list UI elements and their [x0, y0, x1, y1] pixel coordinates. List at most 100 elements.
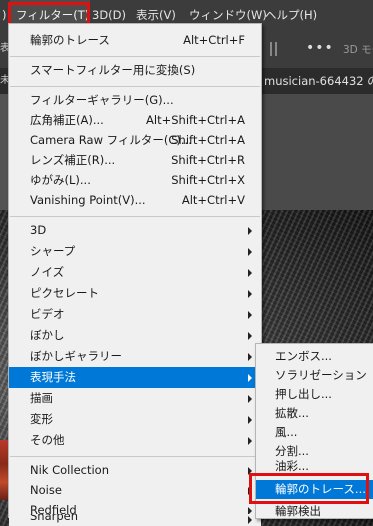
stylize-item-find-edges[interactable]: 輪郭検出 — [256, 502, 373, 518]
menu-item-label: 表現手法 — [30, 370, 76, 384]
menu-item-label: Sharpen — [30, 514, 79, 523]
3d-mode-label: 3D モー — [343, 44, 373, 56]
menu-item-camera-raw[interactable]: Camera Raw フィルター(C)... Shift+Ctrl+A — [9, 130, 261, 151]
menu-item-label: 広角補正(A)... — [30, 113, 104, 127]
submenu-item-blur[interactable]: ぼかし — [9, 325, 261, 346]
plugin-item-nik-collection[interactable]: Nik Collection — [9, 460, 261, 481]
submenu-item-sharpen[interactable]: シャープ — [9, 241, 261, 262]
menu-item-label: ゆがみ(L)... — [30, 173, 91, 187]
options-bar: ••• 3D モー — [262, 30, 373, 68]
plugin-item-noise[interactable]: Noise — [9, 480, 261, 501]
chevron-right-icon — [248, 248, 252, 256]
plugin-item-sharpen[interactable]: Sharpen — [9, 514, 261, 526]
chevron-right-icon — [248, 516, 252, 524]
menu-item-label: 拡散... — [275, 406, 309, 420]
chevron-right-icon — [248, 227, 252, 235]
menu-item-shortcut: Shift+Ctrl+A — [171, 133, 245, 147]
menu-item-shortcut: Alt+Shift+Ctrl+A — [146, 113, 245, 127]
stylize-item-solarize[interactable]: ソラリゼーション — [256, 366, 373, 385]
menu-item-label: Vanishing Point(V)... — [30, 193, 146, 207]
stylize-submenu: エンボス... ソラリゼーション 押し出し... 拡散... 風... 分割..… — [255, 343, 373, 519]
menu-item-label: 分割... — [275, 444, 309, 458]
menu-item-shortcut: Alt+Ctrl+F — [183, 33, 245, 47]
menu-item-last-filter[interactable]: 輪郭のトレース Alt+Ctrl+F — [9, 30, 261, 51]
stylize-item-diffuse[interactable]: 拡散... — [256, 404, 373, 423]
menu-divider — [10, 456, 260, 457]
menu-item-label: フィルターギャラリー(G)... — [30, 93, 174, 107]
menu-item-label: Nik Collection — [30, 463, 109, 477]
submenu-item-blur-gallery[interactable]: ぼかしギャラリー — [9, 346, 261, 367]
menu-item-label: ソラリゼーション — [275, 368, 367, 382]
menu-item-vanishing-point[interactable]: Vanishing Point(V)... Alt+Ctrl+V — [9, 190, 261, 211]
menu-item-shortcut: Shift+Ctrl+X — [171, 173, 245, 187]
menu-item-label: エンボス... — [275, 349, 332, 363]
menu-item-label: Noise — [30, 483, 62, 497]
stylize-item-tiles[interactable]: 分割... — [256, 442, 373, 461]
menu-item-label: その他 — [30, 433, 65, 447]
submenu-item-3d[interactable]: 3D — [9, 220, 261, 241]
chevron-right-icon — [248, 311, 252, 319]
chevron-right-icon — [248, 290, 252, 298]
filter-dropdown-menu: 輪郭のトレース Alt+Ctrl+F スマートフィルター用に変換(S) フィルタ… — [8, 23, 262, 518]
chevron-right-icon — [248, 269, 252, 277]
menu-item-label: ビデオ — [30, 307, 65, 321]
submenu-item-pixelate[interactable]: ピクセレート — [9, 283, 261, 304]
menu-item-label: ピクセレート — [30, 286, 99, 300]
chevron-right-icon — [248, 437, 252, 445]
submenu-item-noise[interactable]: ノイズ — [9, 262, 261, 283]
submenu-item-other[interactable]: その他 — [9, 430, 261, 451]
submenu-item-render[interactable]: 描画 — [9, 388, 261, 409]
menu-item-lens-correction[interactable]: レンズ補正(R)... Shift+Ctrl+R — [9, 150, 261, 171]
more-options-icon[interactable]: ••• — [306, 40, 334, 56]
menu-item-filter-gallery[interactable]: フィルターギャラリー(G)... — [9, 90, 261, 111]
submenu-item-stylize[interactable]: 表現手法 — [9, 367, 261, 388]
menu-item-label: ぼかし — [30, 328, 65, 342]
stylize-item-oil-paint[interactable]: 油彩... — [256, 460, 373, 472]
menu-item-convert-smart-filter[interactable]: スマートフィルター用に変換(S) — [9, 60, 261, 81]
submenu-item-video[interactable]: ビデオ — [9, 304, 261, 325]
menu-item-adaptive-wide-angle[interactable]: 広角補正(A)... Alt+Shift+Ctrl+A — [9, 110, 261, 131]
stylize-item-wind[interactable]: 風... — [256, 423, 373, 442]
submenu-item-distort[interactable]: 変形 — [9, 409, 261, 430]
document-tab[interactable]: musician-664432 の — [262, 68, 373, 94]
doc-tab-fragment-text: 未 — [0, 75, 8, 86]
menu-item-label: 描画 — [30, 391, 53, 405]
menu-item-label: ノイズ — [30, 265, 65, 279]
menu-item-liquify[interactable]: ゆがみ(L)... Shift+Ctrl+X — [9, 170, 261, 191]
menu-item-label: スマートフィルター用に変換(S) — [30, 63, 196, 77]
menu-divider — [10, 86, 260, 87]
menu-item-shortcut: Shift+Ctrl+R — [171, 153, 245, 167]
options-bar-left-fragment: 表 — [0, 30, 8, 68]
menu-help[interactable]: ヘルプ(H) — [259, 0, 323, 30]
chevron-right-icon — [248, 332, 252, 340]
chevron-right-icon — [248, 353, 252, 361]
stylize-item-trace-contour[interactable]: 輪郭のトレース... — [256, 480, 373, 499]
menu-divider — [10, 216, 260, 217]
menu-item-label: 輪郭のトレース... — [275, 482, 366, 496]
menu-item-label: 風... — [275, 425, 298, 439]
menu-item-label: 押し出し... — [275, 387, 332, 401]
menu-item-shortcut: Alt+Ctrl+V — [181, 193, 245, 207]
menu-divider — [10, 56, 260, 57]
menu-item-label: 3D — [30, 223, 47, 237]
menu-item-label: ぼかしギャラリー — [30, 349, 122, 363]
doc-tab-left-fragment: 未 — [0, 68, 8, 94]
menu-item-label: 油彩... — [275, 460, 309, 472]
chevron-right-icon — [248, 467, 252, 475]
chevron-right-icon — [248, 416, 252, 424]
stylize-item-emboss[interactable]: エンボス... — [256, 347, 373, 366]
menu-item-label: 輪郭のトレース — [30, 33, 110, 47]
chevron-right-icon — [248, 374, 252, 382]
distribute-icon[interactable] — [275, 42, 277, 56]
chevron-right-icon — [248, 487, 252, 495]
options-fragment-text: 表 — [0, 43, 8, 54]
stylize-item-extrude[interactable]: 押し出し... — [256, 385, 373, 404]
menu-item-label: Camera Raw フィルター(C)... — [30, 133, 192, 147]
menu-item-label: 変形 — [30, 412, 53, 426]
chevron-right-icon — [248, 395, 252, 403]
menu-item-label: レンズ補正(R)... — [30, 153, 116, 167]
menu-item-label: シャープ — [30, 244, 76, 258]
document-tab-title: musician-664432 の — [264, 74, 373, 88]
menu-item-label: 輪郭検出 — [275, 504, 321, 518]
align-icon[interactable] — [270, 42, 272, 56]
